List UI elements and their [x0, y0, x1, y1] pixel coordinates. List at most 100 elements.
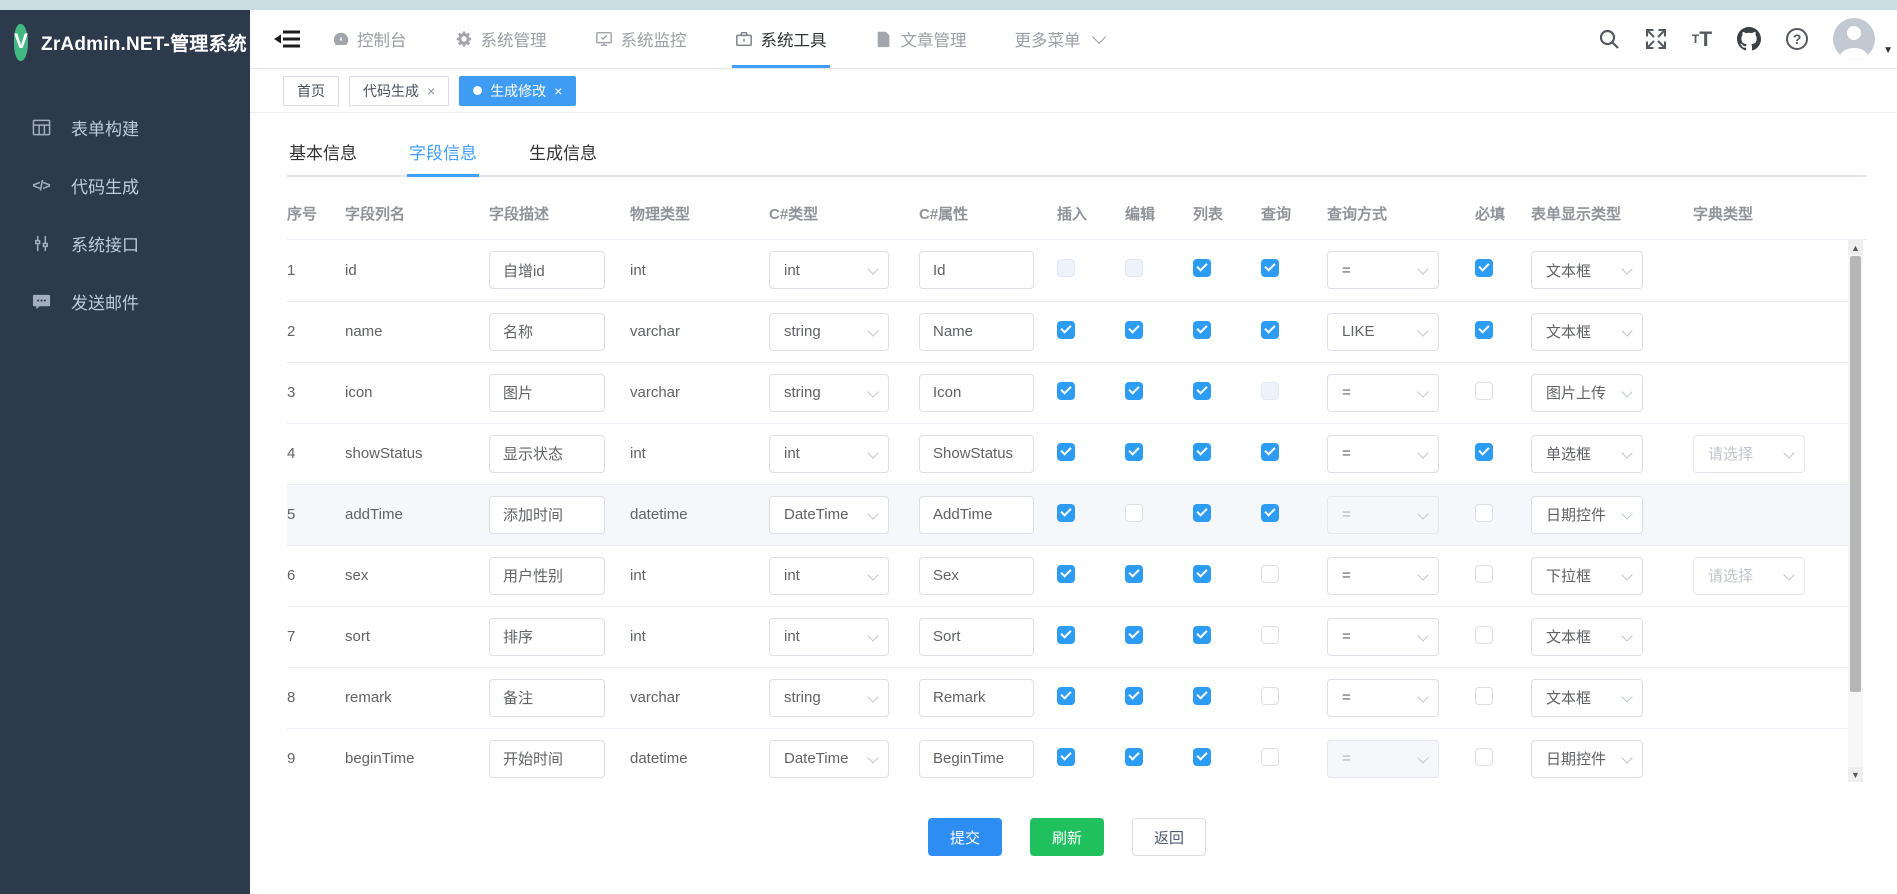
- sidebar-item-code-gen[interactable]: </> 代码生成: [0, 156, 250, 214]
- list-checkbox[interactable]: [1193, 626, 1211, 644]
- sidebar-item-system-api[interactable]: 系统接口: [0, 214, 250, 272]
- field-desc-input[interactable]: [489, 251, 605, 289]
- list-checkbox[interactable]: [1193, 748, 1211, 766]
- required-checkbox[interactable]: [1475, 687, 1493, 705]
- cs-property-input[interactable]: [919, 557, 1034, 595]
- insert-checkbox[interactable]: [1057, 504, 1075, 522]
- help-icon[interactable]: ?: [1786, 28, 1808, 50]
- cs-property-input[interactable]: [919, 313, 1034, 351]
- field-desc-input[interactable]: [489, 618, 605, 656]
- dict-type-select[interactable]: 请选择: [1693, 435, 1805, 473]
- required-checkbox[interactable]: [1475, 565, 1493, 583]
- table-scroll-area[interactable]: 1 id int int = 文本框: [287, 240, 1863, 782]
- cs-type-select[interactable]: string: [769, 313, 889, 351]
- edit-checkbox[interactable]: [1125, 687, 1143, 705]
- query-type-select[interactable]: =: [1327, 618, 1439, 656]
- cs-property-input[interactable]: [919, 740, 1034, 778]
- tag-home[interactable]: 首页: [283, 76, 339, 106]
- dict-type-select[interactable]: 请选择: [1693, 557, 1805, 595]
- list-checkbox[interactable]: [1193, 382, 1211, 400]
- list-checkbox[interactable]: [1193, 565, 1211, 583]
- display-type-select[interactable]: 日期控件: [1531, 740, 1643, 778]
- nav-item-article-manage[interactable]: 文章管理: [872, 10, 970, 68]
- cs-type-select[interactable]: DateTime: [769, 740, 889, 778]
- required-checkbox[interactable]: [1475, 321, 1493, 339]
- field-desc-input[interactable]: [489, 374, 605, 412]
- cs-type-select[interactable]: int: [769, 251, 889, 289]
- display-type-select[interactable]: 文本框: [1531, 313, 1643, 351]
- edit-checkbox[interactable]: [1125, 748, 1143, 766]
- cs-property-input[interactable]: [919, 435, 1034, 473]
- query-checkbox[interactable]: [1261, 626, 1279, 644]
- display-type-select[interactable]: 单选框: [1531, 435, 1643, 473]
- cs-type-select[interactable]: string: [769, 374, 889, 412]
- cs-property-input[interactable]: [919, 374, 1034, 412]
- insert-checkbox[interactable]: [1057, 626, 1075, 644]
- query-type-select[interactable]: =: [1327, 374, 1439, 412]
- app-logo[interactable]: V ZrAdmin.NET-管理系统: [0, 10, 250, 74]
- query-checkbox[interactable]: [1261, 504, 1279, 522]
- submit-button[interactable]: 提交: [928, 818, 1002, 856]
- cs-property-input[interactable]: [919, 251, 1034, 289]
- field-desc-input[interactable]: [489, 313, 605, 351]
- nav-item-dashboard[interactable]: 控制台: [328, 10, 410, 68]
- query-checkbox[interactable]: [1261, 748, 1279, 766]
- display-type-select[interactable]: 图片上传: [1531, 374, 1643, 412]
- scrollbar-thumb[interactable]: [1850, 256, 1861, 692]
- close-icon[interactable]: ×: [427, 84, 435, 98]
- query-checkbox[interactable]: [1261, 259, 1279, 277]
- nav-item-system-tools[interactable]: 系统工具: [732, 10, 830, 68]
- list-checkbox[interactable]: [1193, 321, 1211, 339]
- edit-checkbox[interactable]: [1125, 626, 1143, 644]
- list-checkbox[interactable]: [1193, 504, 1211, 522]
- font-size-icon[interactable]: TT: [1692, 29, 1712, 50]
- edit-checkbox[interactable]: [1125, 504, 1143, 522]
- query-checkbox[interactable]: [1261, 443, 1279, 461]
- edit-checkbox[interactable]: [1125, 565, 1143, 583]
- table-scrollbar[interactable]: ▲ ▼: [1848, 240, 1863, 782]
- display-type-select[interactable]: 文本框: [1531, 251, 1643, 289]
- cs-type-select[interactable]: string: [769, 679, 889, 717]
- edit-checkbox[interactable]: [1125, 443, 1143, 461]
- scroll-down-icon[interactable]: ▼: [1848, 767, 1863, 782]
- nav-item-system-monitor[interactable]: 系统监控: [592, 10, 690, 68]
- user-menu[interactable]: ▼: [1833, 18, 1893, 60]
- refresh-button[interactable]: 刷新: [1030, 818, 1104, 856]
- menu-fold-icon[interactable]: [274, 28, 300, 50]
- edit-checkbox[interactable]: [1125, 321, 1143, 339]
- tag-gen-edit[interactable]: 生成修改 ×: [459, 76, 576, 106]
- back-button[interactable]: 返回: [1132, 818, 1206, 856]
- nav-item-more-menu[interactable]: 更多菜单: [1012, 10, 1105, 68]
- display-type-select[interactable]: 日期控件: [1531, 496, 1643, 534]
- query-type-select[interactable]: LIKE: [1327, 313, 1439, 351]
- required-checkbox[interactable]: [1475, 748, 1493, 766]
- list-checkbox[interactable]: [1193, 443, 1211, 461]
- cs-property-input[interactable]: [919, 679, 1034, 717]
- required-checkbox[interactable]: [1475, 259, 1493, 277]
- list-checkbox[interactable]: [1193, 259, 1211, 277]
- insert-checkbox[interactable]: [1057, 443, 1075, 461]
- required-checkbox[interactable]: [1475, 504, 1493, 522]
- field-desc-input[interactable]: [489, 557, 605, 595]
- insert-checkbox[interactable]: [1057, 687, 1075, 705]
- cs-type-select[interactable]: int: [769, 435, 889, 473]
- query-type-select[interactable]: =: [1327, 557, 1439, 595]
- tab-field-info[interactable]: 字段信息: [407, 135, 479, 175]
- sidebar-item-send-mail[interactable]: 发送邮件: [0, 272, 250, 330]
- query-checkbox[interactable]: [1261, 687, 1279, 705]
- query-checkbox[interactable]: [1261, 321, 1279, 339]
- tab-gen-info[interactable]: 生成信息: [527, 135, 599, 175]
- field-desc-input[interactable]: [489, 435, 605, 473]
- required-checkbox[interactable]: [1475, 382, 1493, 400]
- insert-checkbox[interactable]: [1057, 748, 1075, 766]
- display-type-select[interactable]: 下拉框: [1531, 557, 1643, 595]
- display-type-select[interactable]: 文本框: [1531, 679, 1643, 717]
- scroll-up-icon[interactable]: ▲: [1848, 240, 1863, 255]
- insert-checkbox[interactable]: [1057, 382, 1075, 400]
- cs-property-input[interactable]: [919, 618, 1034, 656]
- search-icon[interactable]: [1598, 28, 1620, 50]
- nav-item-system-manage[interactable]: 系统管理: [452, 10, 550, 68]
- display-type-select[interactable]: 文本框: [1531, 618, 1643, 656]
- field-desc-input[interactable]: [489, 679, 605, 717]
- list-checkbox[interactable]: [1193, 687, 1211, 705]
